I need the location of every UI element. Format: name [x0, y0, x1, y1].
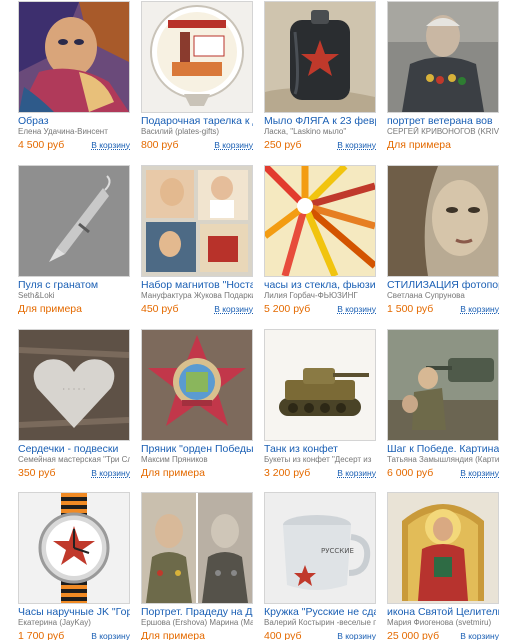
product-price: 1 500 руб — [387, 303, 434, 315]
product-grid: Образ Елена Удачина-Винсент 4 500 руб В … — [0, 0, 517, 640]
product-price: 25 000 руб — [387, 630, 440, 640]
product-title[interactable]: часы из стекла, фьюзинг Г — [264, 279, 376, 291]
product-image-veteran-portrait[interactable] — [387, 1, 499, 113]
add-to-cart-link[interactable]: В корзину — [337, 304, 376, 315]
product-image-wristwatch[interactable] — [18, 492, 130, 604]
add-to-cart-link[interactable]: В корзину — [337, 631, 376, 640]
product-card: СТИЛИЗАЦИЯ фотопортрет Светлана Супрунов… — [387, 165, 499, 315]
product-title[interactable]: Кружка "Русские не сдаютс — [264, 606, 376, 618]
add-to-cart-link[interactable]: В корзину — [91, 468, 130, 479]
product-image-stylized-portrait[interactable] — [387, 165, 499, 277]
product-title[interactable]: Мыло ФЛЯГА к 23 февраля — [264, 115, 376, 127]
product-price: 6 000 руб — [387, 467, 434, 479]
add-to-cart-link[interactable]: В корзину — [337, 468, 376, 479]
product-card: · · · · · Сердечки - подвески Семейная м… — [18, 329, 130, 479]
product-author[interactable]: Букеты из конфет "Десерт из — [264, 455, 376, 465]
product-author[interactable]: Лилия Горбач-ФЬЮЗИНГ — [264, 291, 376, 301]
product-image-saint-icon[interactable] — [387, 492, 499, 604]
product-card: Часы наручные JK "Гордос Екатерина (JayK… — [18, 492, 130, 640]
add-to-cart-link[interactable]: В корзину — [460, 468, 499, 479]
svg-text:РУССКИЕ: РУССКИЕ — [321, 547, 354, 555]
add-to-cart-link[interactable]: В корзину — [460, 631, 499, 640]
product-card: Пряник "орден Победы" Максим Пряников Дл… — [141, 329, 253, 479]
product-image-great-grandfather-portraits[interactable] — [141, 492, 253, 604]
product-price: 450 руб — [141, 303, 179, 315]
product-author[interactable]: Елена Удачина-Винсент — [18, 127, 130, 137]
product-image-fused-glass-clock[interactable] — [264, 165, 376, 277]
product-card: Пуля с гранатом Seth&Loki Для примера — [18, 165, 130, 315]
product-image-commemorative-plate[interactable] — [141, 1, 253, 113]
add-to-cart-link[interactable]: В корзину — [460, 304, 499, 315]
product-price: Для примера — [18, 303, 82, 315]
add-to-cart-link[interactable]: В корзину — [91, 140, 130, 151]
product-price: 800 руб — [141, 139, 179, 151]
product-title[interactable]: Образ — [18, 115, 130, 127]
product-card: Танк из конфет Букеты из конфет "Десерт … — [264, 329, 376, 479]
product-title[interactable]: Подарочная тарелка к дню — [141, 115, 253, 127]
add-to-cart-link[interactable]: В корзину — [337, 140, 376, 151]
product-author[interactable]: Светлана Супрунова — [387, 291, 499, 301]
product-price: 400 руб — [264, 630, 302, 640]
product-author[interactable]: Ласка, "Laskino мыло" — [264, 127, 376, 137]
product-title[interactable]: СТИЛИЗАЦИЯ фотопортрет — [387, 279, 499, 291]
product-author[interactable]: Ершова (Ershova) Марина (Ма — [141, 618, 253, 628]
add-to-cart-link[interactable]: В корзину — [214, 140, 253, 151]
product-image-magnet-set[interactable] — [141, 165, 253, 277]
product-card: Портрет. Прадеду на День Ершова (Ershova… — [141, 492, 253, 640]
product-author[interactable]: Василий (plates-gifts) — [141, 127, 253, 137]
product-image-abstract-portrait[interactable] — [18, 1, 130, 113]
product-card: икона Святой Целитель Па Мария Фиогенова… — [387, 492, 499, 640]
product-card: РУССКИЕ Кружка "Русские не сдаютс Валери… — [264, 492, 376, 640]
product-price: Для примера — [141, 467, 205, 479]
product-image-victory-order[interactable] — [141, 329, 253, 441]
product-price: 4 500 руб — [18, 139, 65, 151]
product-title[interactable]: Пряник "орден Победы" — [141, 443, 253, 455]
add-to-cart-link[interactable]: В корзину — [91, 631, 130, 640]
product-price: Для примера — [141, 630, 205, 640]
product-title[interactable]: Часы наручные JK "Гордос — [18, 606, 130, 618]
product-price: 350 руб — [18, 467, 56, 479]
product-card: часы из стекла, фьюзинг Г Лилия Горбач-Ф… — [264, 165, 376, 315]
product-price: Для примера — [387, 139, 451, 151]
product-title[interactable]: Портрет. Прадеду на День — [141, 606, 253, 618]
product-title[interactable]: Танк из конфет — [264, 443, 376, 455]
product-card: Набор магнитов "Ностальг Мануфактура Жук… — [141, 165, 253, 315]
product-price: 5 200 руб — [264, 303, 311, 315]
product-author[interactable]: Мануфактура Жукова Подарки — [141, 291, 253, 301]
product-author[interactable]: Татьяна Замышляндия (Картин — [387, 455, 499, 465]
product-title[interactable]: икона Святой Целитель Па — [387, 606, 499, 618]
product-author[interactable]: Семейная мастерская "Три Сл — [18, 455, 130, 465]
product-card: Шаг к Победе. Картина про Татьяна Замышл… — [387, 329, 499, 479]
product-title[interactable]: Пуля с гранатом — [18, 279, 130, 291]
product-card: Образ Елена Удачина-Винсент 4 500 руб В … — [18, 1, 130, 151]
product-author[interactable]: СЕРГЕЙ КРИВОНОГОВ (KRIVON — [387, 127, 499, 137]
product-card: Подарочная тарелка к дню Василий (plates… — [141, 1, 253, 151]
product-author[interactable]: Валерий Костырин -веселые п — [264, 618, 376, 628]
product-image-aluminum-mug[interactable]: РУССКИЕ — [264, 492, 376, 604]
product-price: 250 руб — [264, 139, 302, 151]
product-image-candy-tank[interactable] — [264, 329, 376, 441]
product-image-war-painting[interactable] — [387, 329, 499, 441]
product-author[interactable]: Максим Пряников — [141, 455, 253, 465]
product-title[interactable]: портрет ветерана вов — [387, 115, 499, 127]
product-title[interactable]: Набор магнитов "Ностальг — [141, 279, 253, 291]
product-card: Мыло ФЛЯГА к 23 февраля Ласка, "Laskino … — [264, 1, 376, 151]
product-image-heart-pendants[interactable]: · · · · · — [18, 329, 130, 441]
product-author[interactable]: Seth&Loki — [18, 291, 130, 301]
product-card: портрет ветерана вов СЕРГЕЙ КРИВОНОГОВ (… — [387, 1, 499, 151]
product-image-bullet-pendant[interactable] — [18, 165, 130, 277]
add-to-cart-link[interactable]: В корзину — [214, 304, 253, 315]
product-author[interactable]: Мария Фиогенова (svetmiru) — [387, 618, 499, 628]
product-title[interactable]: Сердечки - подвески — [18, 443, 130, 455]
product-image-soap-flask[interactable] — [264, 1, 376, 113]
product-author[interactable]: Екатерина (JayKay) — [18, 618, 130, 628]
product-title[interactable]: Шаг к Победе. Картина про — [387, 443, 499, 455]
product-price: 1 700 руб — [18, 630, 65, 640]
svg-text:· · · · ·: · · · · · — [63, 385, 86, 394]
product-price: 3 200 руб — [264, 467, 311, 479]
